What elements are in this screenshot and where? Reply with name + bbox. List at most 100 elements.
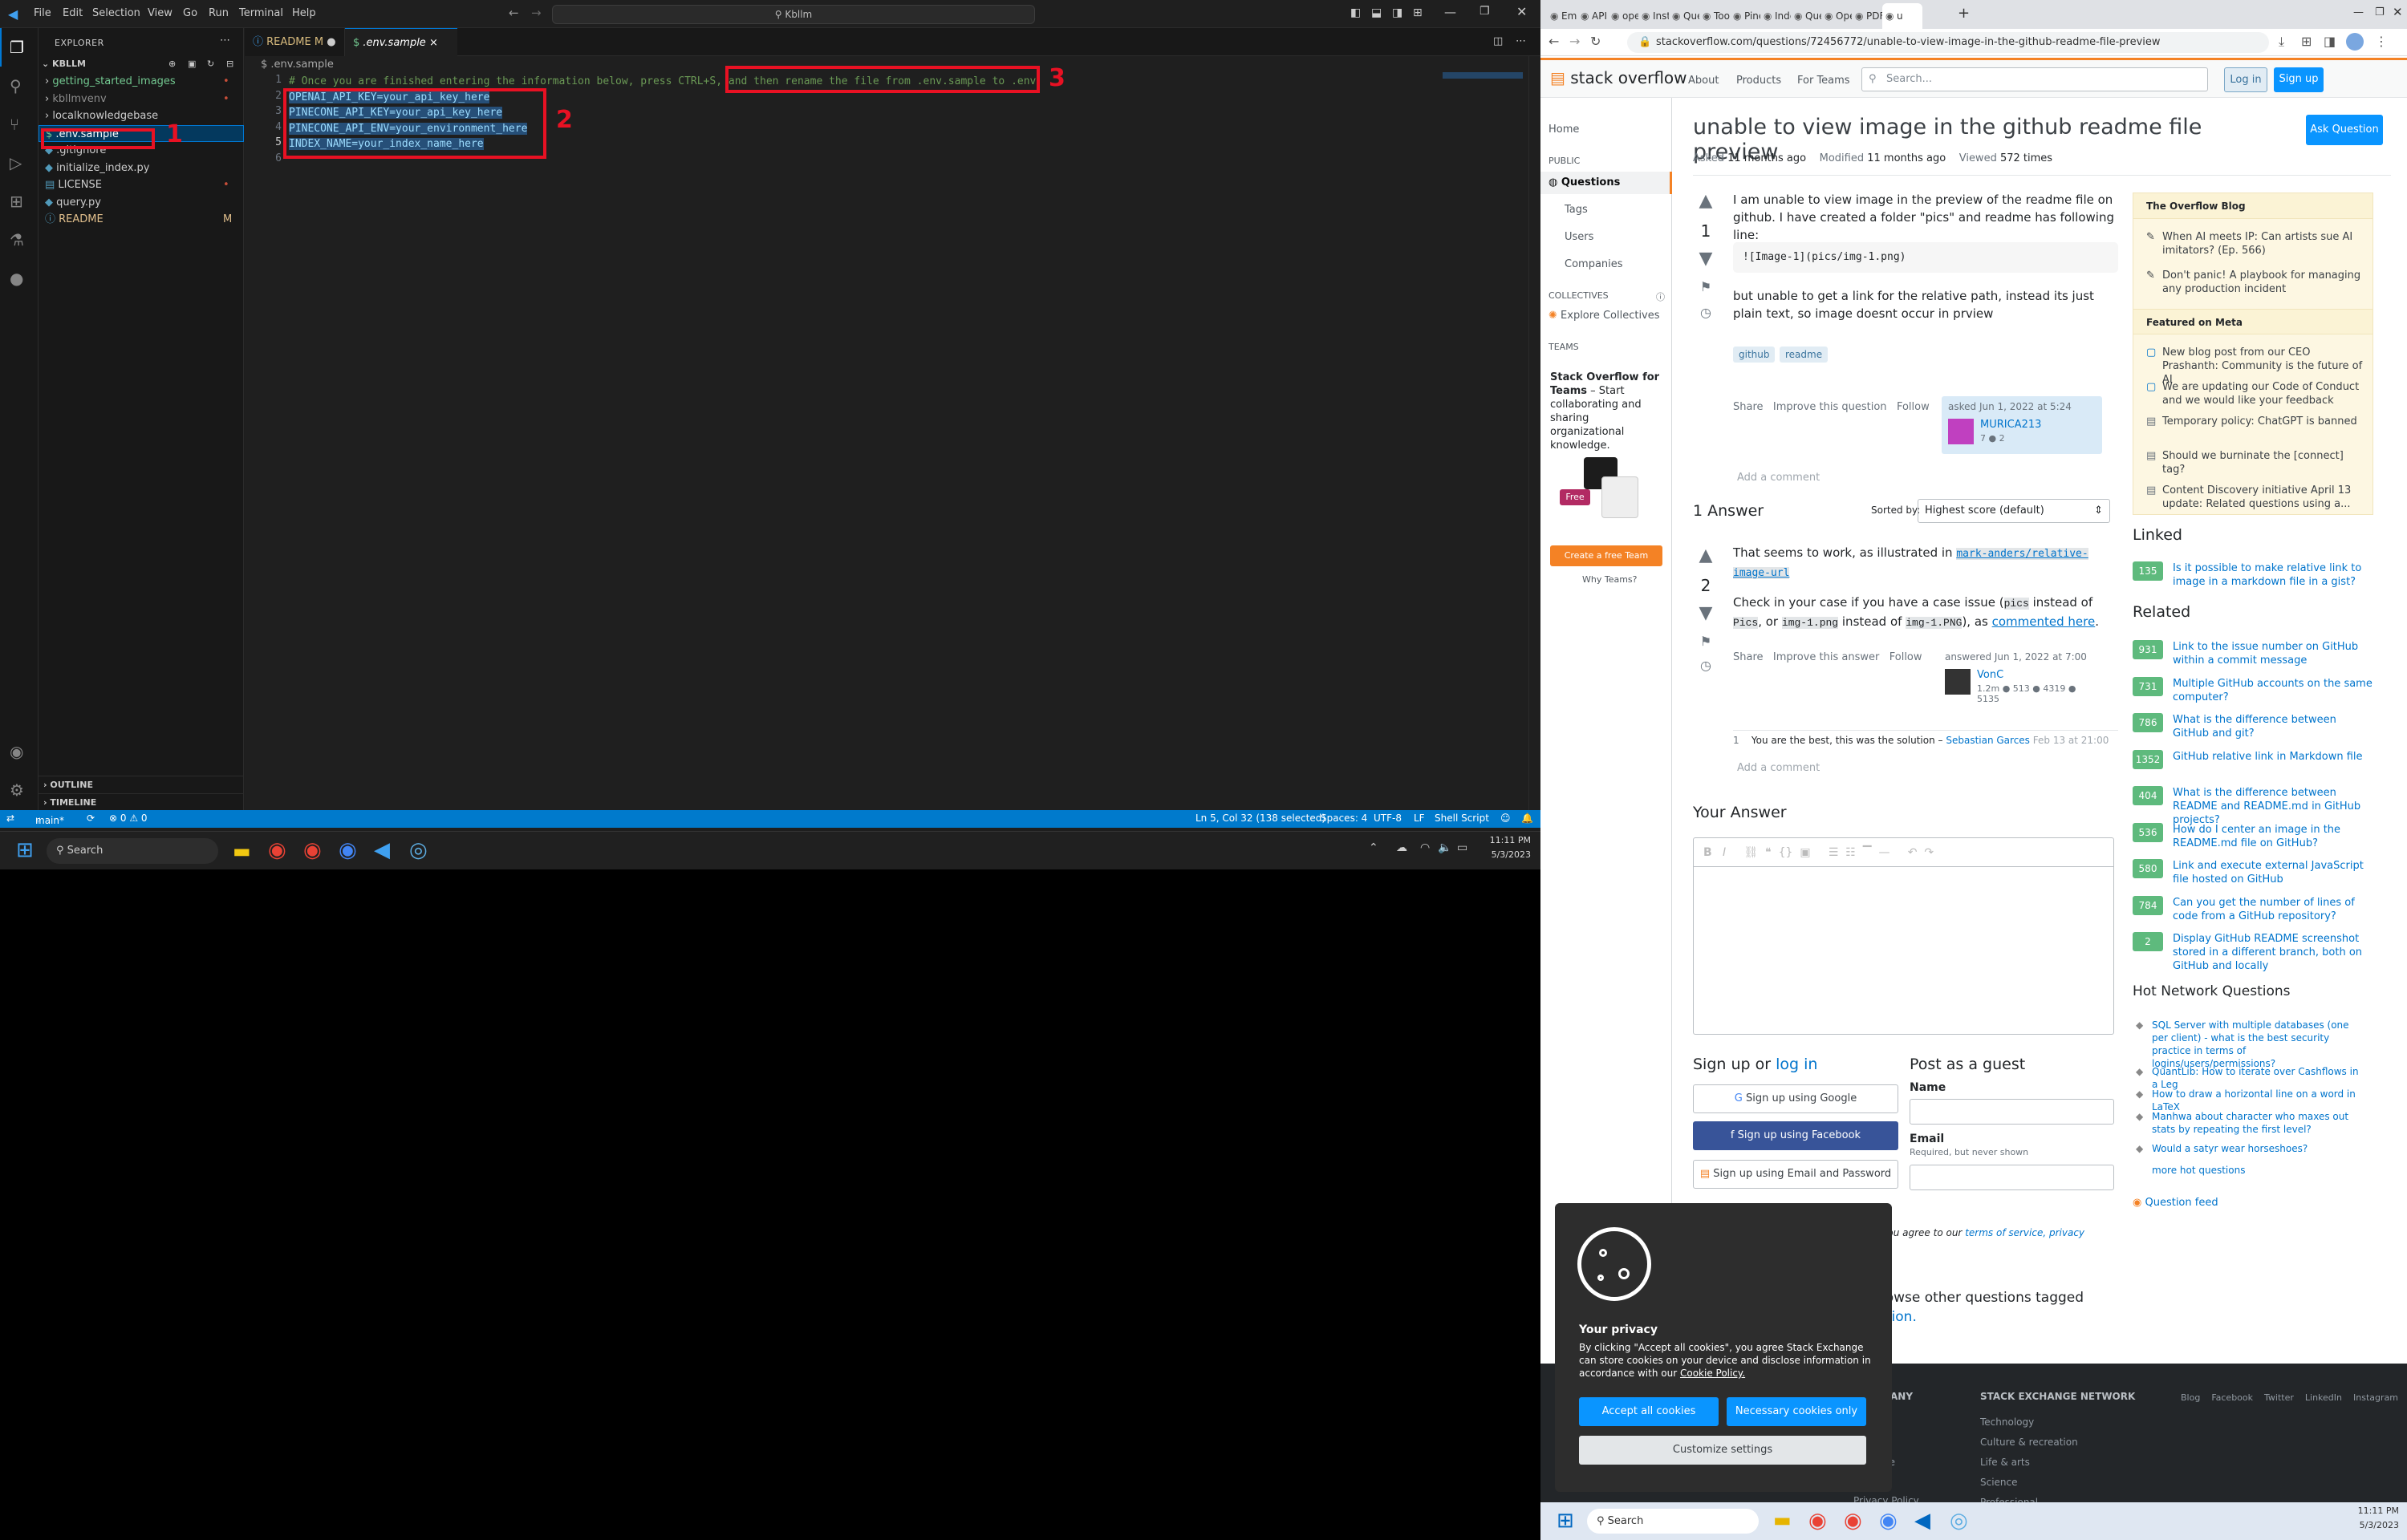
- minimize-icon[interactable]: —: [1444, 5, 1456, 19]
- vscode-taskbar-icon[interactable]: ◀: [374, 838, 390, 862]
- history-icon[interactable]: ◷: [1690, 658, 1722, 673]
- comment-user[interactable]: Sebastian Garces: [1946, 735, 2030, 746]
- why-teams-link[interactable]: Why Teams?: [1582, 574, 1638, 585]
- footer-social-link[interactable]: LinkedIn: [2305, 1392, 2342, 1403]
- browser-tab[interactable]: ◉Tool: [1699, 3, 1730, 29]
- heading-icon[interactable]: ▔: [1863, 846, 1872, 859]
- signup-button[interactable]: Sign up: [2274, 67, 2324, 92]
- layout-customize-icon[interactable]: ⊞: [1413, 6, 1423, 19]
- related-question-link[interactable]: Is it possible to make relative link to …: [2173, 561, 2373, 589]
- menu-edit[interactable]: Edit: [63, 7, 83, 19]
- image-icon[interactable]: ▣: [1800, 846, 1810, 859]
- menu-selection[interactable]: Selection: [92, 7, 140, 19]
- hot-question-link[interactable]: ◆ SQL Server with multiple databases (one…: [2133, 1019, 2365, 1070]
- meta-item[interactable]: ▤ Content Discovery initiative April 13 u…: [2146, 484, 2363, 511]
- new-folder-icon[interactable]: ▣: [188, 55, 196, 72]
- chrome-profile-icon[interactable]: ◉: [339, 838, 357, 862]
- bold-icon[interactable]: B: [1703, 846, 1712, 859]
- browser-tab[interactable]: ◉Que: [1791, 3, 1821, 29]
- root-folder[interactable]: ⌄ KBLLM ⊕ ▣ ↻ ⊟: [39, 55, 244, 72]
- name-input[interactable]: [1910, 1099, 2114, 1125]
- back-arrow-icon[interactable]: ←: [1549, 34, 1559, 49]
- windows-start-icon[interactable]: ⊞: [16, 838, 34, 862]
- menu-terminal[interactable]: Terminal: [239, 7, 283, 19]
- layout-sidebar-icon[interactable]: ◧: [1350, 6, 1361, 19]
- chrome-icon[interactable]: ◉: [303, 838, 322, 862]
- related-question-link[interactable]: GitHub relative link in Markdown file: [2173, 750, 2373, 764]
- nav-for-teams[interactable]: For Teams: [1797, 75, 1850, 87]
- asker-name[interactable]: MURICA213: [1980, 419, 2041, 431]
- browser-tab[interactable]: ◉API I: [1577, 3, 1608, 29]
- command-center-search[interactable]: ⚲ Kbllm: [552, 5, 1035, 24]
- downvote-icon[interactable]: ▼: [1690, 249, 1722, 269]
- nav-explore-collectives[interactable]: ✺ Explore Collectives: [1549, 310, 1660, 322]
- chrome-icon[interactable]: ◉: [268, 838, 286, 862]
- chrome-profile-icon[interactable]: ◉: [1879, 1509, 1898, 1533]
- more-hot-questions-link[interactable]: more hot questions: [2152, 1165, 2245, 1176]
- create-team-button[interactable]: Create a free Team: [1550, 545, 1662, 566]
- source-control-icon[interactable]: ⑂: [10, 115, 29, 134]
- history-icon[interactable]: ◷: [1690, 305, 1722, 320]
- meta-item[interactable]: ▢ We are updating our Code of Conduct and…: [2146, 380, 2363, 407]
- run-debug-icon[interactable]: ▷: [10, 153, 29, 172]
- menu-help[interactable]: Help: [292, 7, 316, 19]
- related-question-link[interactable]: Link to the issue number on GitHub withi…: [2173, 640, 2373, 667]
- url-field[interactable]: 🔒 stackoverflow.com/questions/72456772/un…: [1627, 32, 2269, 53]
- browser-tab[interactable]: ◉ PDF: [1852, 3, 1882, 29]
- refresh-icon[interactable]: ↻: [207, 55, 214, 72]
- italic-icon[interactable]: I: [1723, 846, 1726, 859]
- browser-tab[interactable]: ◉ ope: [1608, 3, 1638, 29]
- ordered-list-icon[interactable]: ☰: [1829, 846, 1839, 859]
- language-mode[interactable]: Shell Script: [1435, 813, 1489, 824]
- answer-editor[interactable]: B I ⛓ ❝ {} ▣ ☰ ☷ ▔ — ↶ ↷: [1693, 837, 2114, 1035]
- onedrive-icon[interactable]: ☁: [1396, 841, 1407, 854]
- browser-tab[interactable]: ◉ u: [1882, 3, 1922, 29]
- nav-about[interactable]: About: [1688, 75, 1719, 87]
- footer-social-link[interactable]: Facebook: [2211, 1392, 2253, 1403]
- file-explorer-icon[interactable]: ▬: [233, 840, 251, 862]
- login-button[interactable]: Log in: [2224, 67, 2267, 92]
- chrome-icon[interactable]: ◉: [1844, 1509, 1862, 1533]
- outline-section[interactable]: › OUTLINE: [39, 776, 244, 792]
- link-icon[interactable]: ⛓: [1743, 846, 1758, 859]
- footer-link[interactable]: Science: [1980, 1477, 2018, 1488]
- browser-tab[interactable]: ◉Instr: [1638, 3, 1669, 29]
- menu-view[interactable]: View: [148, 7, 173, 19]
- share-link[interactable]: Share: [1733, 651, 1764, 663]
- indentation[interactable]: Spaces: 4: [1321, 813, 1367, 824]
- footer-link[interactable]: Technology: [1980, 1416, 2034, 1428]
- settings-gear-icon[interactable]: ⚙: [10, 780, 29, 800]
- new-tab-icon[interactable]: +: [1958, 5, 1970, 22]
- tag-github[interactable]: github: [1733, 346, 1776, 363]
- meta-item[interactable]: ▤ Temporary policy: ChatGPT is banned: [2146, 415, 2363, 428]
- github-icon[interactable]: ●: [10, 269, 29, 288]
- tree-item[interactable]: ◆ query.py: [39, 194, 244, 211]
- upvote-icon[interactable]: ▲: [1690, 545, 1722, 565]
- hot-question-link[interactable]: ◆ Would a satyr wear horseshoes?: [2133, 1142, 2365, 1155]
- accept-all-cookies-button[interactable]: Accept all cookies: [1579, 1397, 1719, 1426]
- tag-readme[interactable]: readme: [1780, 346, 1829, 363]
- improve-question-link[interactable]: Improve this question: [1773, 401, 1887, 413]
- avatar[interactable]: [1948, 419, 1974, 444]
- feedback-icon[interactable]: ☺: [1500, 813, 1511, 824]
- bookmark-icon[interactable]: ⚑: [1690, 634, 1722, 649]
- wifi-icon[interactable]: ◠: [1420, 841, 1430, 854]
- clock-time[interactable]: 11:11 PM: [1483, 835, 1531, 845]
- sidepanel-icon[interactable]: ◨: [2324, 34, 2336, 49]
- extensions-icon[interactable]: ⊞: [10, 192, 29, 211]
- layout-secondary-icon[interactable]: ◨: [1392, 6, 1402, 19]
- tab-close-icon[interactable]: ×: [429, 37, 438, 49]
- explorer-icon[interactable]: ❐: [10, 38, 29, 57]
- upvote-icon[interactable]: ▲: [1690, 191, 1722, 211]
- customize-settings-button[interactable]: Customize settings: [1579, 1436, 1866, 1465]
- problems-status[interactable]: ⊗ 0 ⚠ 0: [109, 813, 148, 824]
- undo-icon[interactable]: ↶: [1908, 846, 1918, 859]
- menu-run[interactable]: Run: [209, 7, 229, 19]
- so-logo[interactable]: ▤ stack overflow: [1550, 68, 1687, 87]
- download-icon[interactable]: ⤓: [2279, 34, 2284, 50]
- footer-link[interactable]: Culture & recreation: [1980, 1437, 2078, 1448]
- login-link[interactable]: log in: [1776, 1056, 1817, 1073]
- hr-icon[interactable]: —: [1878, 846, 1889, 859]
- tree-item[interactable]: ▤ LICENSE •: [39, 176, 244, 193]
- app-taskbar-icon[interactable]: ◎: [409, 838, 428, 862]
